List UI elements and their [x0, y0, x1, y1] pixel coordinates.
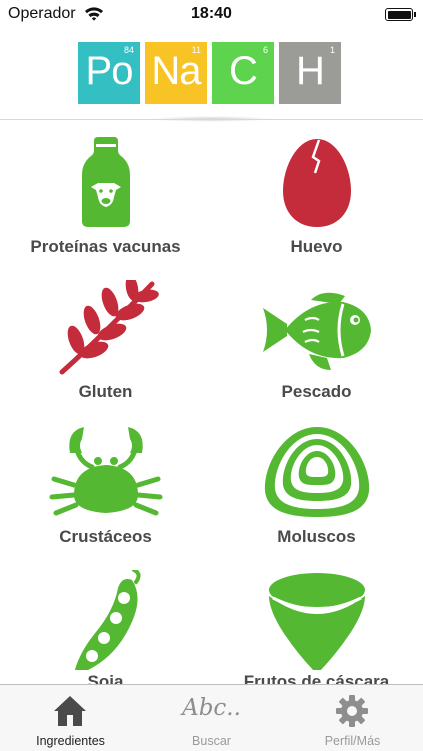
logo-tile-po: 84 Po [78, 42, 140, 104]
tab-bar: Ingredientes Abc.. Buscar Perfil/Más [0, 684, 423, 751]
allergen-item-moluscos[interactable]: Moluscos [211, 410, 422, 555]
allergen-label: Soja [87, 672, 124, 684]
allergen-item-frutos-de-cascara[interactable]: Frutos de cáscara [211, 555, 422, 684]
allergen-label: Crustáceos [59, 527, 152, 546]
allergen-item-gluten[interactable]: Gluten [0, 265, 211, 410]
allergen-item-soja[interactable]: Soja [0, 555, 211, 684]
allergen-label: Proteínas vacunas [30, 237, 181, 256]
nut-icon [268, 573, 365, 670]
allergen-label: Frutos de cáscara [243, 672, 390, 684]
logo-tile-h: 1 H [279, 42, 341, 104]
logo-tile-symbol: C [229, 49, 258, 93]
logo-tile-c: 6 C [212, 42, 274, 104]
allergen-item-huevo[interactable]: Huevo [211, 120, 422, 265]
clam-icon [264, 427, 369, 517]
allergen-item-crustaceos[interactable]: Crustáceos [0, 410, 211, 555]
allergen-grid[interactable]: Proteínas vacunas Huevo Gluten Pescado C… [0, 120, 423, 684]
tab-label: Perfil/Más [324, 734, 381, 748]
battery-icon [385, 8, 416, 21]
tab-label: Ingredientes [36, 734, 105, 748]
egg-icon [282, 139, 351, 227]
allergen-item-proteinas-vacunas[interactable]: Proteínas vacunas [0, 120, 211, 265]
allergen-item-pescado[interactable]: Pescado [211, 265, 422, 410]
wheat-icon [59, 280, 159, 375]
crab-icon [49, 427, 162, 516]
allergen-label: Gluten [78, 382, 133, 401]
tab-perfil-mas[interactable]: Perfil/Más [282, 685, 423, 751]
allergen-label: Pescado [281, 382, 352, 401]
status-time: 18:40 [191, 5, 232, 22]
house-icon [54, 696, 86, 726]
gear-icon [336, 695, 368, 727]
allergen-label: Huevo [290, 237, 343, 256]
logo-tile-symbol: Na [151, 49, 201, 93]
logo-tile-symbol: H [296, 49, 325, 93]
tab-label: Buscar [192, 734, 231, 748]
logo-tile-symbol: Po [85, 49, 134, 93]
logo-tile-na: 11 Na [145, 42, 207, 104]
status-bar: Operador 18:40 [0, 0, 423, 28]
allergen-label: Moluscos [277, 527, 356, 546]
cow-bottle-icon [81, 137, 130, 227]
ponach-logo: 84 Po 11 Na 6 C 1 H [78, 42, 343, 104]
abc-text-icon: Abc.. [182, 695, 241, 721]
fish-icon [262, 292, 371, 370]
tab-buscar[interactable]: Abc.. Buscar [141, 685, 282, 751]
soy-pod-icon [74, 570, 141, 670]
tab-ingredientes[interactable]: Ingredientes [0, 685, 141, 751]
